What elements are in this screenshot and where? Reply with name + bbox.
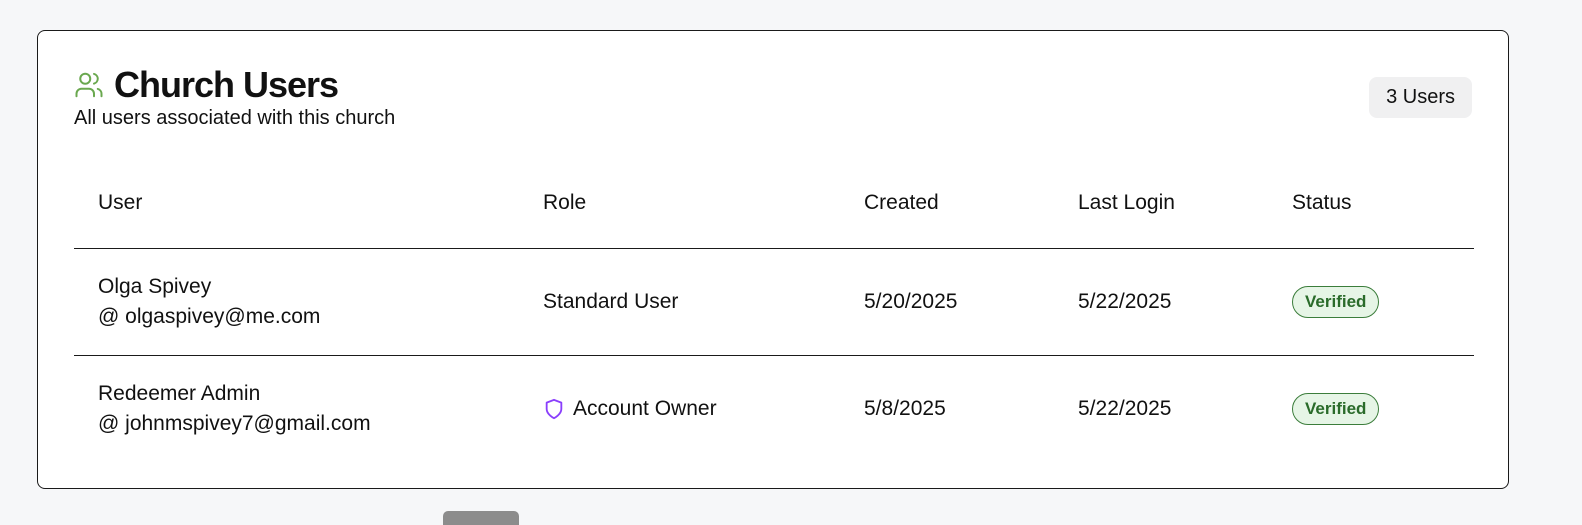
status-cell: Verified	[1292, 248, 1474, 356]
title-row: Church Users	[74, 65, 1472, 105]
role-cell: Account Owner	[543, 356, 864, 463]
scrollbar-thumb[interactable]	[443, 511, 519, 525]
user-count-badge: 3 Users	[1369, 77, 1472, 118]
last-login-cell: 5/22/2025	[1078, 397, 1172, 420]
page-subtitle: All users associated with this church	[74, 107, 396, 129]
created-cell: 5/20/2025	[864, 248, 1078, 356]
role-label: Account Owner	[573, 397, 717, 420]
column-header-created: Created	[864, 181, 1078, 249]
role-cell: Standard User	[543, 248, 864, 356]
status-cell: Verified	[1292, 356, 1474, 463]
table-row[interactable]: Olga Spivey @ olgaspivey@me.com Standard…	[74, 248, 1474, 356]
table-row[interactable]: Redeemer Admin @ johnmspivey7@gmail.com …	[74, 356, 1474, 463]
status-badge: Verified	[1292, 286, 1380, 318]
column-header-status: Status	[1292, 181, 1474, 249]
column-header-last-login: Last Login	[1078, 181, 1292, 249]
table-header-row: User Role Created Last Login Status	[74, 181, 1474, 249]
column-header-role: Role	[543, 181, 864, 249]
card-header: Church Users All users associated with t…	[74, 65, 1472, 130]
role-label: Standard User	[543, 290, 679, 313]
column-header-user: User	[74, 181, 543, 249]
page-title: Church Users	[114, 64, 339, 105]
church-users-card: Church Users All users associated with t…	[37, 30, 1509, 489]
user-cell: Olga Spivey @ olgaspivey@me.com	[74, 248, 543, 356]
user-cell: Redeemer Admin @ johnmspivey7@gmail.com	[74, 356, 543, 463]
last-login-cell: 5/22/2025	[1078, 248, 1292, 356]
users-icon	[74, 70, 104, 100]
status-badge: Verified	[1292, 393, 1380, 425]
user-email: @ johnmspivey7@gmail.com	[98, 412, 371, 435]
user-name: Olga Spivey	[98, 275, 212, 298]
shield-icon	[543, 397, 565, 421]
created-cell: 5/8/2025	[864, 397, 946, 420]
users-table: User Role Created Last Login Status Olga…	[74, 181, 1474, 462]
user-name: Redeemer Admin	[98, 382, 261, 405]
user-email: @ olgaspivey@me.com	[98, 305, 321, 328]
